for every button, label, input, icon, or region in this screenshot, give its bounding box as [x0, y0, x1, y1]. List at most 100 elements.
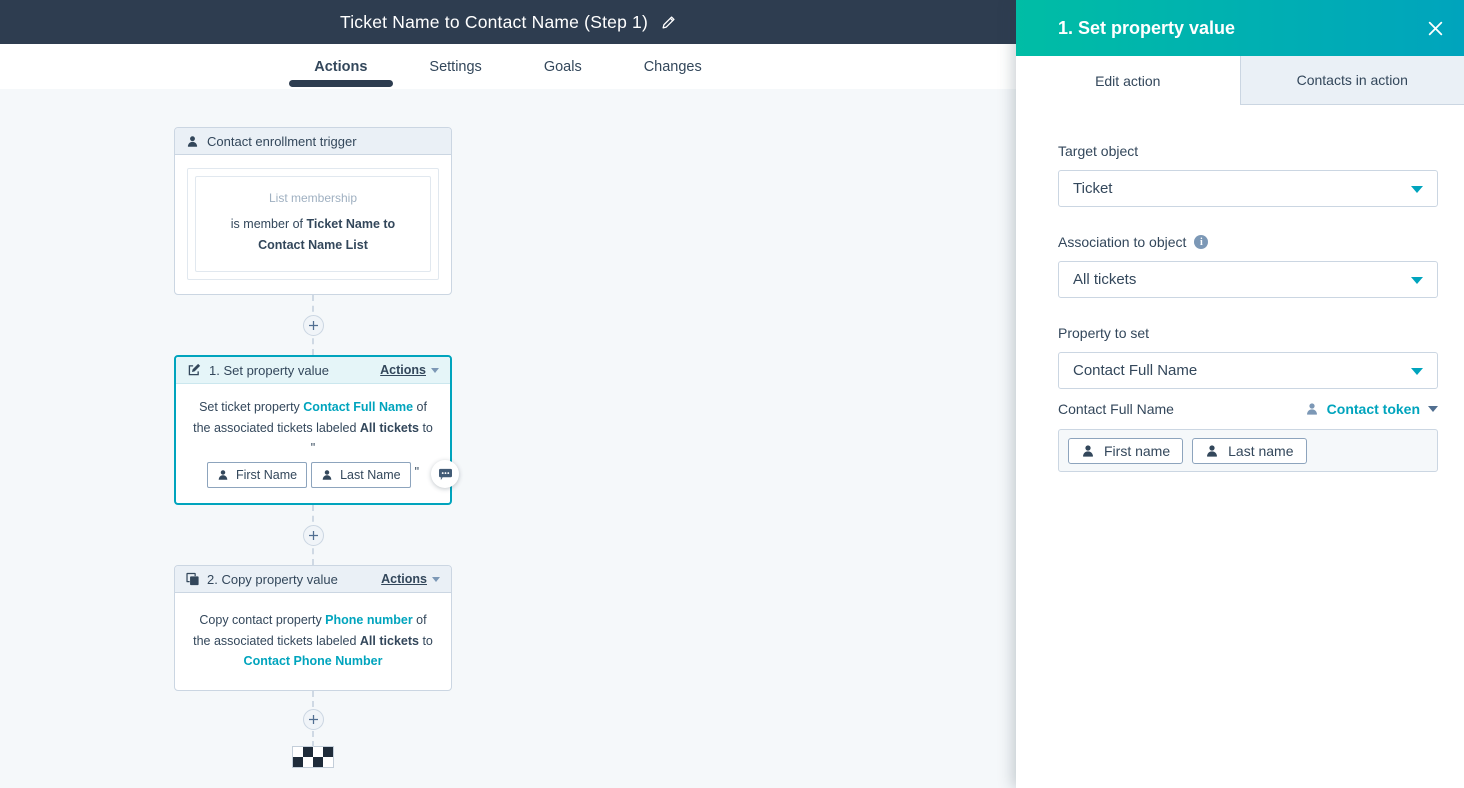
close-icon [1427, 20, 1444, 37]
token-first-name-label: First name [1104, 443, 1170, 459]
token-last-name[interactable]: Last Name [311, 462, 410, 488]
chevron-down-icon [1411, 277, 1423, 284]
tab-contacts-in-action[interactable]: Contacts in action [1240, 56, 1464, 105]
token-last-name[interactable]: Last name [1192, 438, 1306, 464]
target-object-label-text: Target object [1058, 143, 1138, 159]
action-1-association-label: All tickets [360, 421, 419, 435]
plus-icon [309, 715, 318, 724]
tab-changes[interactable]: Changes [640, 59, 706, 75]
trigger-card-title: Contact enrollment trigger [207, 134, 357, 149]
action-2-title: 2. Copy property value [207, 572, 338, 587]
flag-cell [303, 747, 313, 757]
topbar: Ticket Name to Contact Name (Step 1) [0, 0, 1016, 44]
action-card-2[interactable]: 2. Copy property value Actions Copy cont… [174, 565, 452, 691]
tab-actions[interactable]: Actions [310, 59, 371, 75]
action-1-header: 1. Set property value Actions [176, 357, 450, 384]
chevron-down-icon [432, 577, 440, 582]
tab-edit-action[interactable]: Edit action [1016, 56, 1240, 105]
trigger-filter-type: List membership [208, 191, 418, 205]
association-label-text: Association to object [1058, 234, 1186, 250]
action-2-actions-label: Actions [381, 572, 427, 586]
workflow-tabbar: Actions Settings Goals Changes [0, 44, 1016, 89]
comment-icon [438, 468, 453, 481]
trigger-card-header: Contact enrollment trigger [175, 128, 451, 155]
panel-body: Target object Ticket Association to obje… [1016, 105, 1464, 472]
chevron-down-icon [1428, 406, 1438, 412]
chevron-down-icon [1411, 368, 1423, 375]
action-2-actions-menu[interactable]: Actions [381, 572, 440, 586]
tab-goals[interactable]: Goals [540, 59, 586, 75]
contact-token-label: Contact token [1327, 401, 1420, 417]
token-first-name-label: First Name [236, 465, 297, 485]
token-last-name-label: Last name [1228, 443, 1293, 459]
connector-1 [174, 295, 452, 355]
trigger-filter-prefix: is member of [231, 217, 307, 231]
flag-cell [323, 747, 333, 757]
contact-icon [217, 469, 229, 481]
workflow-flow: Contact enrollment trigger List membersh… [174, 127, 452, 767]
trigger-criteria-card[interactable]: List membership is member of Ticket Name… [195, 176, 431, 272]
action-card-1[interactable]: 1. Set property value Actions Set ticket… [174, 355, 452, 505]
action-2-property-link[interactable]: Phone number [325, 613, 413, 627]
action-1-actions-menu[interactable]: Actions [380, 363, 439, 377]
workflow-title-group: Ticket Name to Contact Name (Step 1) [340, 12, 676, 33]
add-action-button-2[interactable] [303, 525, 324, 546]
target-object-label: Target object [1058, 143, 1438, 159]
contact-icon [1081, 444, 1095, 458]
contact-icon [1305, 402, 1319, 416]
edit-title-icon[interactable] [661, 15, 676, 30]
plus-icon [309, 321, 318, 330]
canvas-side: Ticket Name to Contact Name (Step 1) Act… [0, 0, 1016, 788]
association-select[interactable]: All tickets [1058, 261, 1438, 298]
connector-3 [174, 691, 452, 747]
action-1-text: Set ticket property [199, 400, 303, 414]
action-1-actions-label: Actions [380, 363, 426, 377]
copy-action-icon [186, 572, 199, 586]
action-1-body: Set ticket property Contact Full Name of… [176, 384, 450, 503]
value-editor-header: Contact Full Name Contact token [1058, 401, 1438, 417]
property-to-set-label-text: Property to set [1058, 325, 1149, 341]
workflow-end-flag-icon [293, 747, 333, 767]
tab-settings[interactable]: Settings [425, 59, 485, 75]
connector-2 [174, 505, 452, 565]
edit-action-icon [187, 363, 201, 377]
plus-icon [309, 531, 318, 540]
action-2-target-property-link[interactable]: Contact Phone Number [244, 654, 383, 668]
target-object-select[interactable]: Ticket [1058, 170, 1438, 207]
action-2-text: Copy contact property [199, 613, 325, 627]
value-editor-label: Contact Full Name [1058, 401, 1174, 417]
comment-button[interactable] [431, 460, 459, 488]
property-to-set-label: Property to set [1058, 325, 1438, 341]
property-to-set-value: Contact Full Name [1073, 362, 1197, 379]
workflow-canvas: Contact enrollment trigger List membersh… [0, 89, 1016, 788]
workflow-editor: Ticket Name to Contact Name (Step 1) Act… [0, 0, 1464, 788]
action-2-text: to [419, 634, 433, 648]
chevron-down-icon [1411, 186, 1423, 193]
info-icon[interactable]: i [1194, 235, 1208, 249]
panel-header: 1. Set property value [1016, 0, 1464, 56]
contact-token-button[interactable]: Contact token [1305, 401, 1438, 417]
add-action-button-3[interactable] [303, 709, 324, 730]
panel-tabbar: Edit action Contacts in action [1016, 56, 1464, 105]
close-panel-button[interactable] [1423, 16, 1448, 41]
enrollment-trigger-card[interactable]: Contact enrollment trigger List membersh… [174, 127, 452, 295]
action-1-property-link[interactable]: Contact Full Name [303, 400, 413, 414]
workflow-title: Ticket Name to Contact Name (Step 1) [340, 12, 648, 33]
action-1-title: 1. Set property value [209, 363, 329, 378]
value-token-input[interactable]: First name Last name [1058, 429, 1438, 472]
trigger-criteria-group: List membership is member of Ticket Name… [187, 168, 439, 280]
chevron-down-icon [431, 368, 439, 373]
action-2-association-label: All tickets [360, 634, 419, 648]
flag-cell [293, 747, 303, 757]
contact-icon [186, 135, 199, 148]
token-first-name[interactable]: First name [1068, 438, 1183, 464]
token-first-name[interactable]: First Name [207, 462, 307, 488]
closing-quote: " [415, 462, 419, 482]
token-last-name-label: Last Name [340, 465, 400, 485]
action-2-header: 2. Copy property value Actions [175, 566, 451, 593]
add-action-button-1[interactable] [303, 315, 324, 336]
trigger-filter-text: is member of Ticket Name to Contact Name… [208, 214, 418, 255]
property-to-set-select[interactable]: Contact Full Name [1058, 352, 1438, 389]
contact-icon [1205, 444, 1219, 458]
flag-cell [293, 757, 303, 767]
